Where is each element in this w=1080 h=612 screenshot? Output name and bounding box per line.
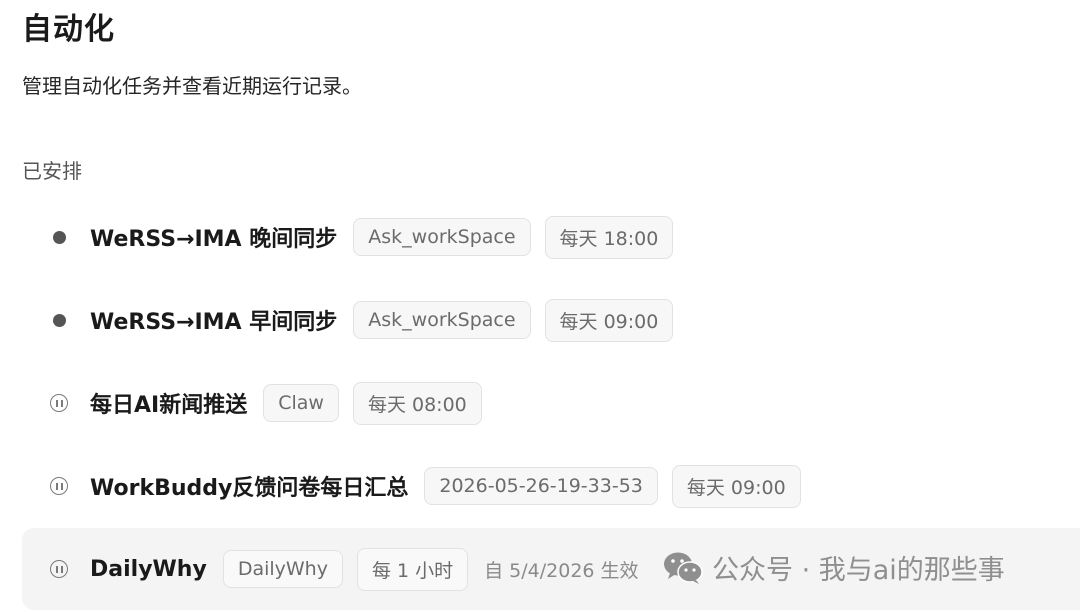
schedule-tag: 每 1 小时 — [356, 547, 469, 591]
workspace-tag: 2026-05-26-19-33-53 — [424, 467, 658, 505]
effective-date: 自 5/4/2026 生效 — [484, 559, 639, 582]
schedule-tag: 每天 18:00 — [544, 215, 674, 259]
schedule-tag: 每天 09:00 — [671, 464, 801, 508]
watermark-text: 公众号 · 我与ai的那些事 — [712, 555, 1005, 586]
task-row[interactable]: WorkBuddy反馈问卷每日汇总 2026-05-26-19-33-53 每天… — [22, 445, 1080, 527]
workspace-tag: Ask_workSpace — [353, 301, 531, 339]
workspace-tag: Ask_workSpace — [353, 218, 531, 256]
pause-icon[interactable] — [48, 475, 70, 497]
wechat-icon — [664, 552, 703, 584]
task-row[interactable]: WeRSS→IMA 早间同步 Ask_workSpace 每天 09:00 — [22, 279, 1080, 361]
page-title: 自动化 — [22, 12, 115, 47]
task-row[interactable]: 每日AI新闻推送 Claw 每天 08:00 — [22, 362, 1080, 444]
task-row[interactable]: WeRSS→IMA 晚间同步 Ask_workSpace 每天 18:00 — [22, 196, 1080, 278]
running-dot-icon — [48, 226, 70, 248]
pause-icon[interactable] — [48, 392, 70, 414]
task-name: DailyWhy — [90, 556, 207, 582]
page-subtitle: 管理自动化任务并查看近期运行记录。 — [22, 74, 362, 98]
task-name: WorkBuddy反馈问卷每日汇总 — [90, 476, 409, 501]
task-name: WeRSS→IMA 晚间同步 — [90, 227, 338, 252]
schedule-tag: 每天 08:00 — [352, 381, 482, 425]
watermark: 公众号 · 我与ai的那些事 — [662, 548, 1005, 587]
running-dot-icon — [48, 309, 70, 331]
section-label-scheduled: 已安排 — [22, 159, 82, 183]
pause-icon[interactable] — [48, 558, 70, 580]
task-name: 每日AI新闻推送 — [90, 393, 248, 418]
workspace-tag: Claw — [263, 384, 339, 422]
workspace-tag: DailyWhy — [222, 550, 343, 588]
schedule-tag: 每天 09:00 — [544, 298, 674, 342]
task-name: WeRSS→IMA 早间同步 — [90, 310, 338, 335]
